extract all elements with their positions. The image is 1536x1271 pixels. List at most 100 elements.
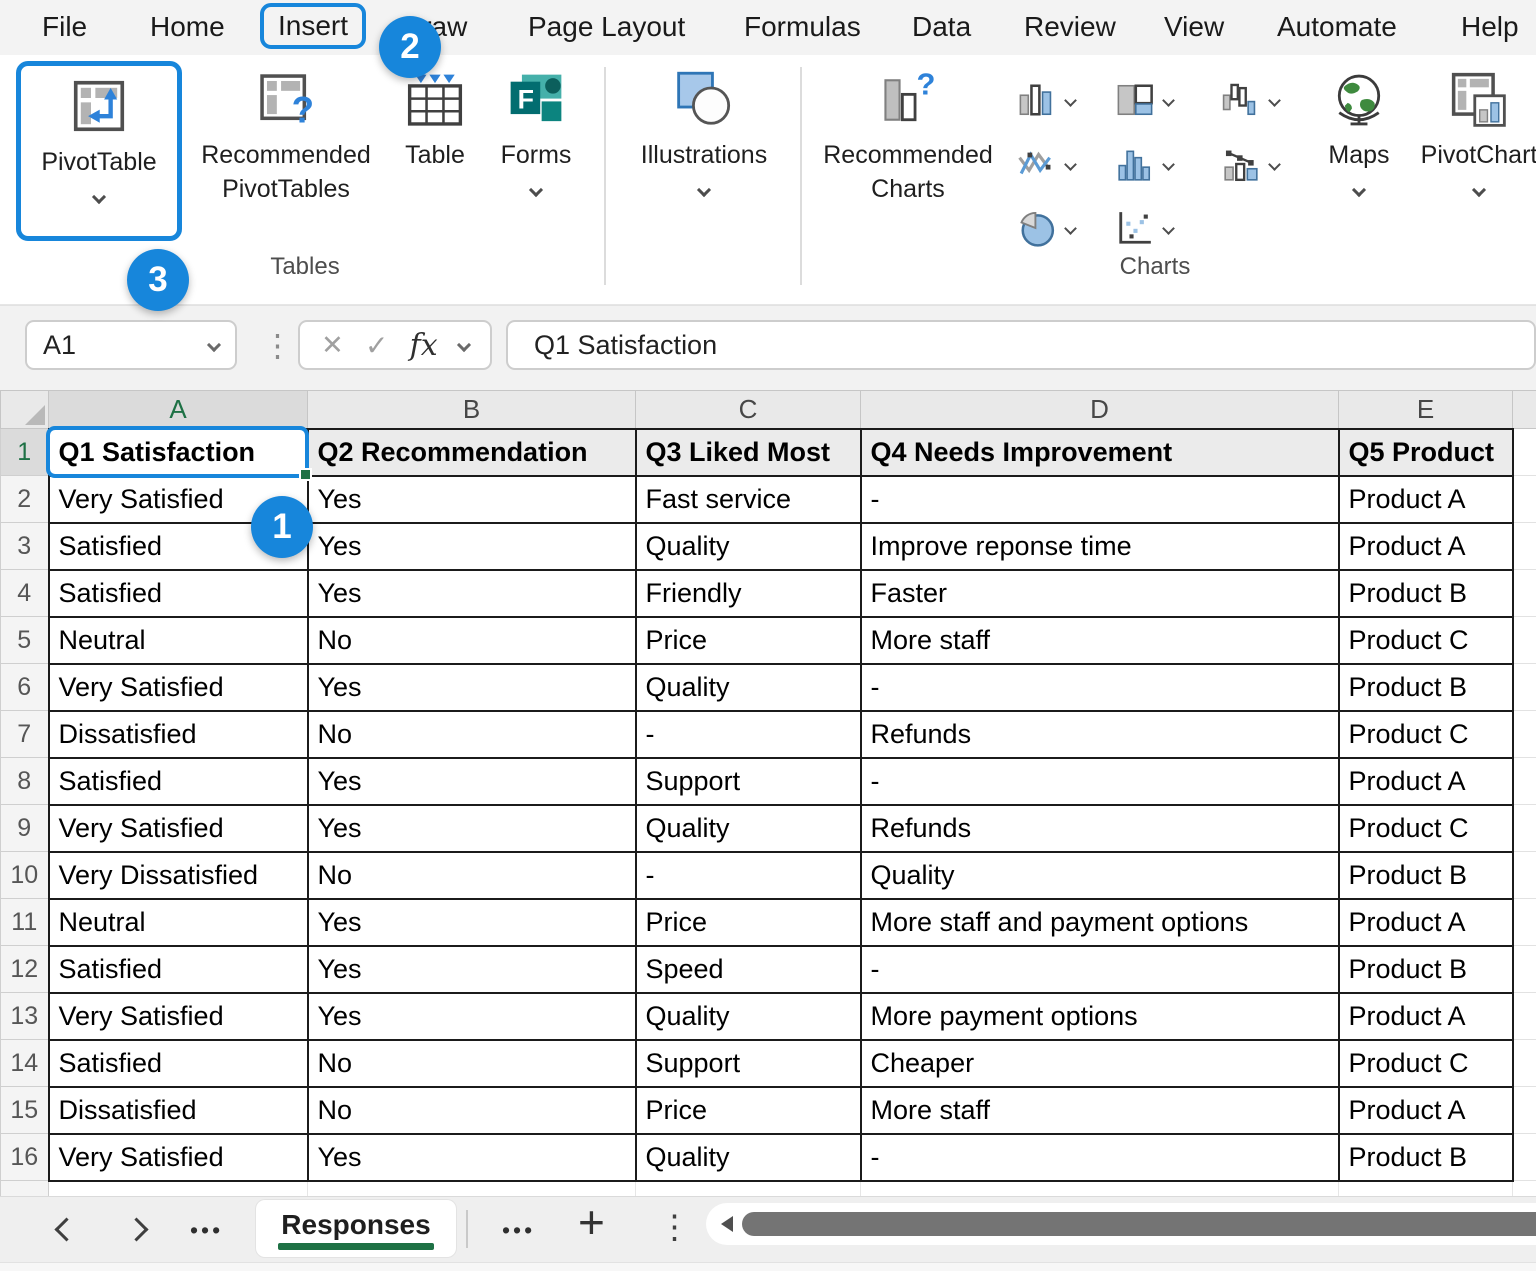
row-header-1[interactable]: 1 xyxy=(0,428,49,476)
tab-formulas[interactable]: Formulas xyxy=(744,11,861,43)
pie-chart-button[interactable] xyxy=(1018,209,1077,247)
cell-A12[interactable]: Satisfied xyxy=(47,944,309,994)
cell-D10[interactable]: Quality xyxy=(859,850,1340,900)
cell-A11[interactable]: Neutral xyxy=(47,897,309,947)
tab-file[interactable]: File xyxy=(42,11,87,43)
cell-B6[interactable]: Yes xyxy=(306,662,637,712)
cell-E9[interactable]: Product C xyxy=(1337,803,1514,853)
cell-D4[interactable]: Faster xyxy=(859,568,1340,618)
cell-C9[interactable]: Quality xyxy=(634,803,862,853)
cell-B3[interactable]: Yes xyxy=(306,521,637,571)
cell-D12[interactable]: - xyxy=(859,944,1340,994)
cell-A6[interactable]: Very Satisfied xyxy=(47,662,309,712)
cell-C10[interactable]: - xyxy=(634,850,862,900)
cell-C16[interactable]: Quality xyxy=(634,1132,862,1182)
cell-A5[interactable]: Neutral xyxy=(47,615,309,665)
cell-B12[interactable]: Yes xyxy=(306,944,637,994)
cell-A13[interactable]: Very Satisfied xyxy=(47,991,309,1041)
cell-E14[interactable]: Product C xyxy=(1337,1038,1514,1088)
cell-F16[interactable] xyxy=(1512,1133,1536,1181)
cell-E11[interactable]: Product A xyxy=(1337,897,1514,947)
cell-E6[interactable]: Product B xyxy=(1337,662,1514,712)
tab-view[interactable]: View xyxy=(1164,11,1224,43)
cell-C6[interactable]: Quality xyxy=(634,662,862,712)
cell-E4[interactable]: Product B xyxy=(1337,568,1514,618)
cell-A8[interactable]: Satisfied xyxy=(47,756,309,806)
treemap-chart-button[interactable] xyxy=(1116,81,1175,119)
cell-F1[interactable] xyxy=(1512,428,1536,476)
row-header-5[interactable]: 5 xyxy=(0,616,49,664)
recommended-charts-button[interactable]: ? Recommended Charts xyxy=(812,69,1004,206)
cell-E1[interactable]: Q5 Product xyxy=(1337,427,1514,477)
cell-F11[interactable] xyxy=(1512,898,1536,946)
cell-F2[interactable] xyxy=(1512,475,1536,523)
scrollbar-thumb[interactable] xyxy=(742,1212,1536,1236)
cell-F8[interactable] xyxy=(1512,757,1536,805)
cell-F12[interactable] xyxy=(1512,945,1536,993)
cell-F5[interactable] xyxy=(1512,616,1536,664)
cancel-icon[interactable]: ✕ xyxy=(321,330,344,361)
cell-D15[interactable]: More staff xyxy=(859,1085,1340,1135)
cell-D8[interactable]: - xyxy=(859,756,1340,806)
formula-input[interactable]: Q1 Satisfaction xyxy=(506,320,1536,370)
histogram-chart-button[interactable] xyxy=(1116,145,1175,183)
column-chart-button[interactable] xyxy=(1018,81,1077,119)
cell-B1[interactable]: Q2 Recommendation xyxy=(306,427,637,477)
cell-A10[interactable]: Very Dissatisfied xyxy=(47,850,309,900)
cell-B10[interactable]: No xyxy=(306,850,637,900)
cell-F10[interactable] xyxy=(1512,851,1536,899)
column-header-E[interactable]: E xyxy=(1338,390,1513,429)
cell-E5[interactable]: Product C xyxy=(1337,615,1514,665)
cell-D11[interactable]: More staff and payment options xyxy=(859,897,1340,947)
row-header-7[interactable]: 7 xyxy=(0,710,49,758)
cell-D1[interactable]: Q4 Needs Improvement xyxy=(859,427,1340,477)
tab-insert-active[interactable]: Insert xyxy=(260,3,367,49)
recommended-pivottables-button[interactable]: ? Recommended PivotTables xyxy=(192,69,380,206)
previous-sheet-icon[interactable] xyxy=(54,1217,79,1242)
name-box[interactable]: A1 xyxy=(25,320,237,370)
pivottable-button[interactable]: PivotTable xyxy=(16,61,182,241)
cell-B14[interactable]: No xyxy=(306,1038,637,1088)
scroll-left-icon[interactable] xyxy=(721,1216,733,1232)
cell-E2[interactable]: Product A xyxy=(1337,474,1514,524)
cell-C11[interactable]: Price xyxy=(634,897,862,947)
cell-F9[interactable] xyxy=(1512,804,1536,852)
cell-E10[interactable]: Product B xyxy=(1337,850,1514,900)
cell-D6[interactable]: - xyxy=(859,662,1340,712)
cell-A4[interactable]: Satisfied xyxy=(47,568,309,618)
cell-B9[interactable]: Yes xyxy=(306,803,637,853)
cell-F13[interactable] xyxy=(1512,992,1536,1040)
cell-D7[interactable]: Refunds xyxy=(859,709,1340,759)
tab-data[interactable]: Data xyxy=(912,11,971,43)
cell-C14[interactable]: Support xyxy=(634,1038,862,1088)
cell-F15[interactable] xyxy=(1512,1086,1536,1134)
insert-function-icon[interactable]: fx xyxy=(410,328,438,363)
cell-D5[interactable]: More staff xyxy=(859,615,1340,665)
cell-F4[interactable] xyxy=(1512,569,1536,617)
cell-A7[interactable]: Dissatisfied xyxy=(47,709,309,759)
row-header-9[interactable]: 9 xyxy=(0,804,49,852)
cell-F3[interactable] xyxy=(1512,522,1536,570)
cell-D3[interactable]: Improve reponse time xyxy=(859,521,1340,571)
cell-B8[interactable]: Yes xyxy=(306,756,637,806)
row-header-3[interactable]: 3 xyxy=(0,522,49,570)
cell-C5[interactable]: Price xyxy=(634,615,862,665)
cell-D2[interactable]: - xyxy=(859,474,1340,524)
sheet-overflow-right-icon[interactable]: ••• xyxy=(502,1217,535,1244)
cell-D14[interactable]: Cheaper xyxy=(859,1038,1340,1088)
pivotchart-button[interactable]: PivotChart xyxy=(1404,69,1536,198)
cell-B7[interactable]: No xyxy=(306,709,637,759)
tab-review[interactable]: Review xyxy=(1024,11,1116,43)
cell-E8[interactable]: Product A xyxy=(1337,756,1514,806)
select-all-corner[interactable] xyxy=(0,390,49,429)
cell-D9[interactable]: Refunds xyxy=(859,803,1340,853)
cell-E15[interactable]: Product A xyxy=(1337,1085,1514,1135)
maps-button[interactable]: Maps xyxy=(1316,69,1402,198)
column-header-partial[interactable] xyxy=(1512,390,1536,429)
cell-C13[interactable]: Quality xyxy=(634,991,862,1041)
column-header-C[interactable]: C xyxy=(635,390,861,429)
tab-home[interactable]: Home xyxy=(150,11,225,43)
cell-C12[interactable]: Speed xyxy=(634,944,862,994)
cell-B16[interactable]: Yes xyxy=(306,1132,637,1182)
cell-C4[interactable]: Friendly xyxy=(634,568,862,618)
